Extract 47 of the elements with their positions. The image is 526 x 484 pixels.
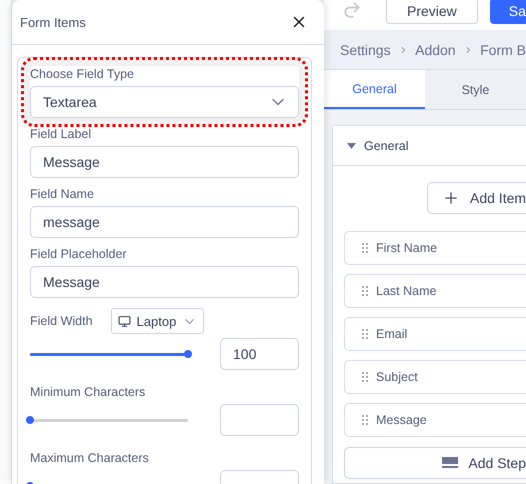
section-header[interactable]: General: [333, 126, 526, 166]
slider-thumb[interactable]: [184, 350, 192, 358]
preview-button[interactable]: Preview: [386, 0, 478, 24]
drag-handle-icon[interactable]: [362, 243, 368, 253]
caret-icon: [347, 142, 356, 148]
item-label: Email: [376, 327, 408, 341]
device-dropdown[interactable]: Laptop: [110, 308, 204, 334]
drag-handle-icon[interactable]: [362, 372, 368, 382]
form-item[interactable]: Email: [344, 317, 526, 351]
step-icon: [442, 457, 458, 469]
select-field[interactable]: Textarea: [30, 86, 299, 118]
chevron-right-icon: [400, 46, 406, 54]
dialog-title: Form Items: [20, 14, 86, 30]
field-label: Choose Field Type: [30, 66, 135, 82]
add-step-button[interactable]: Add Step: [344, 447, 526, 479]
item-label: Subject: [376, 370, 418, 384]
input-field[interactable]: Message: [30, 266, 299, 298]
field-label: Field Name: [30, 186, 95, 202]
drag-handle-icon[interactable]: [362, 329, 368, 339]
chevron-right-icon: [466, 46, 470, 54]
field-label: Maximum Characters: [30, 450, 150, 466]
number-field[interactable]: [220, 404, 299, 436]
item-label: Message: [376, 413, 427, 427]
item-label: First Name: [376, 241, 438, 255]
input-field[interactable]: message: [30, 206, 299, 238]
number-field[interactable]: 100: [220, 338, 299, 370]
form-item[interactable]: Last Name: [344, 274, 526, 308]
field-label: Field Placeholder: [30, 246, 128, 262]
tab[interactable]: General: [324, 70, 425, 109]
redo-icon[interactable]: [342, 0, 362, 20]
monitor-icon: [118, 314, 131, 328]
form-item[interactable]: First Name: [344, 231, 526, 265]
save-button[interactable]: Sa: [490, 0, 526, 24]
field-label: Field Width: [30, 313, 93, 329]
field-label: Minimum Characters: [30, 384, 146, 400]
add-item-button[interactable]: Add Item: [427, 182, 526, 214]
form-item[interactable]: Message: [344, 403, 526, 437]
breadcrumb-link[interactable]: Form B: [480, 42, 526, 58]
drag-handle-icon[interactable]: [362, 286, 368, 296]
input-field[interactable]: Message: [30, 146, 299, 178]
breadcrumb-link[interactable]: Addon: [415, 42, 456, 58]
drag-handle-icon[interactable]: [362, 415, 368, 425]
form-item[interactable]: Subject: [344, 360, 526, 394]
item-label: Last Name: [376, 284, 436, 298]
breadcrumb-link[interactable]: Settings: [340, 42, 391, 58]
field-label: Field Label: [30, 126, 92, 142]
slider-thumb[interactable]: [26, 416, 34, 424]
